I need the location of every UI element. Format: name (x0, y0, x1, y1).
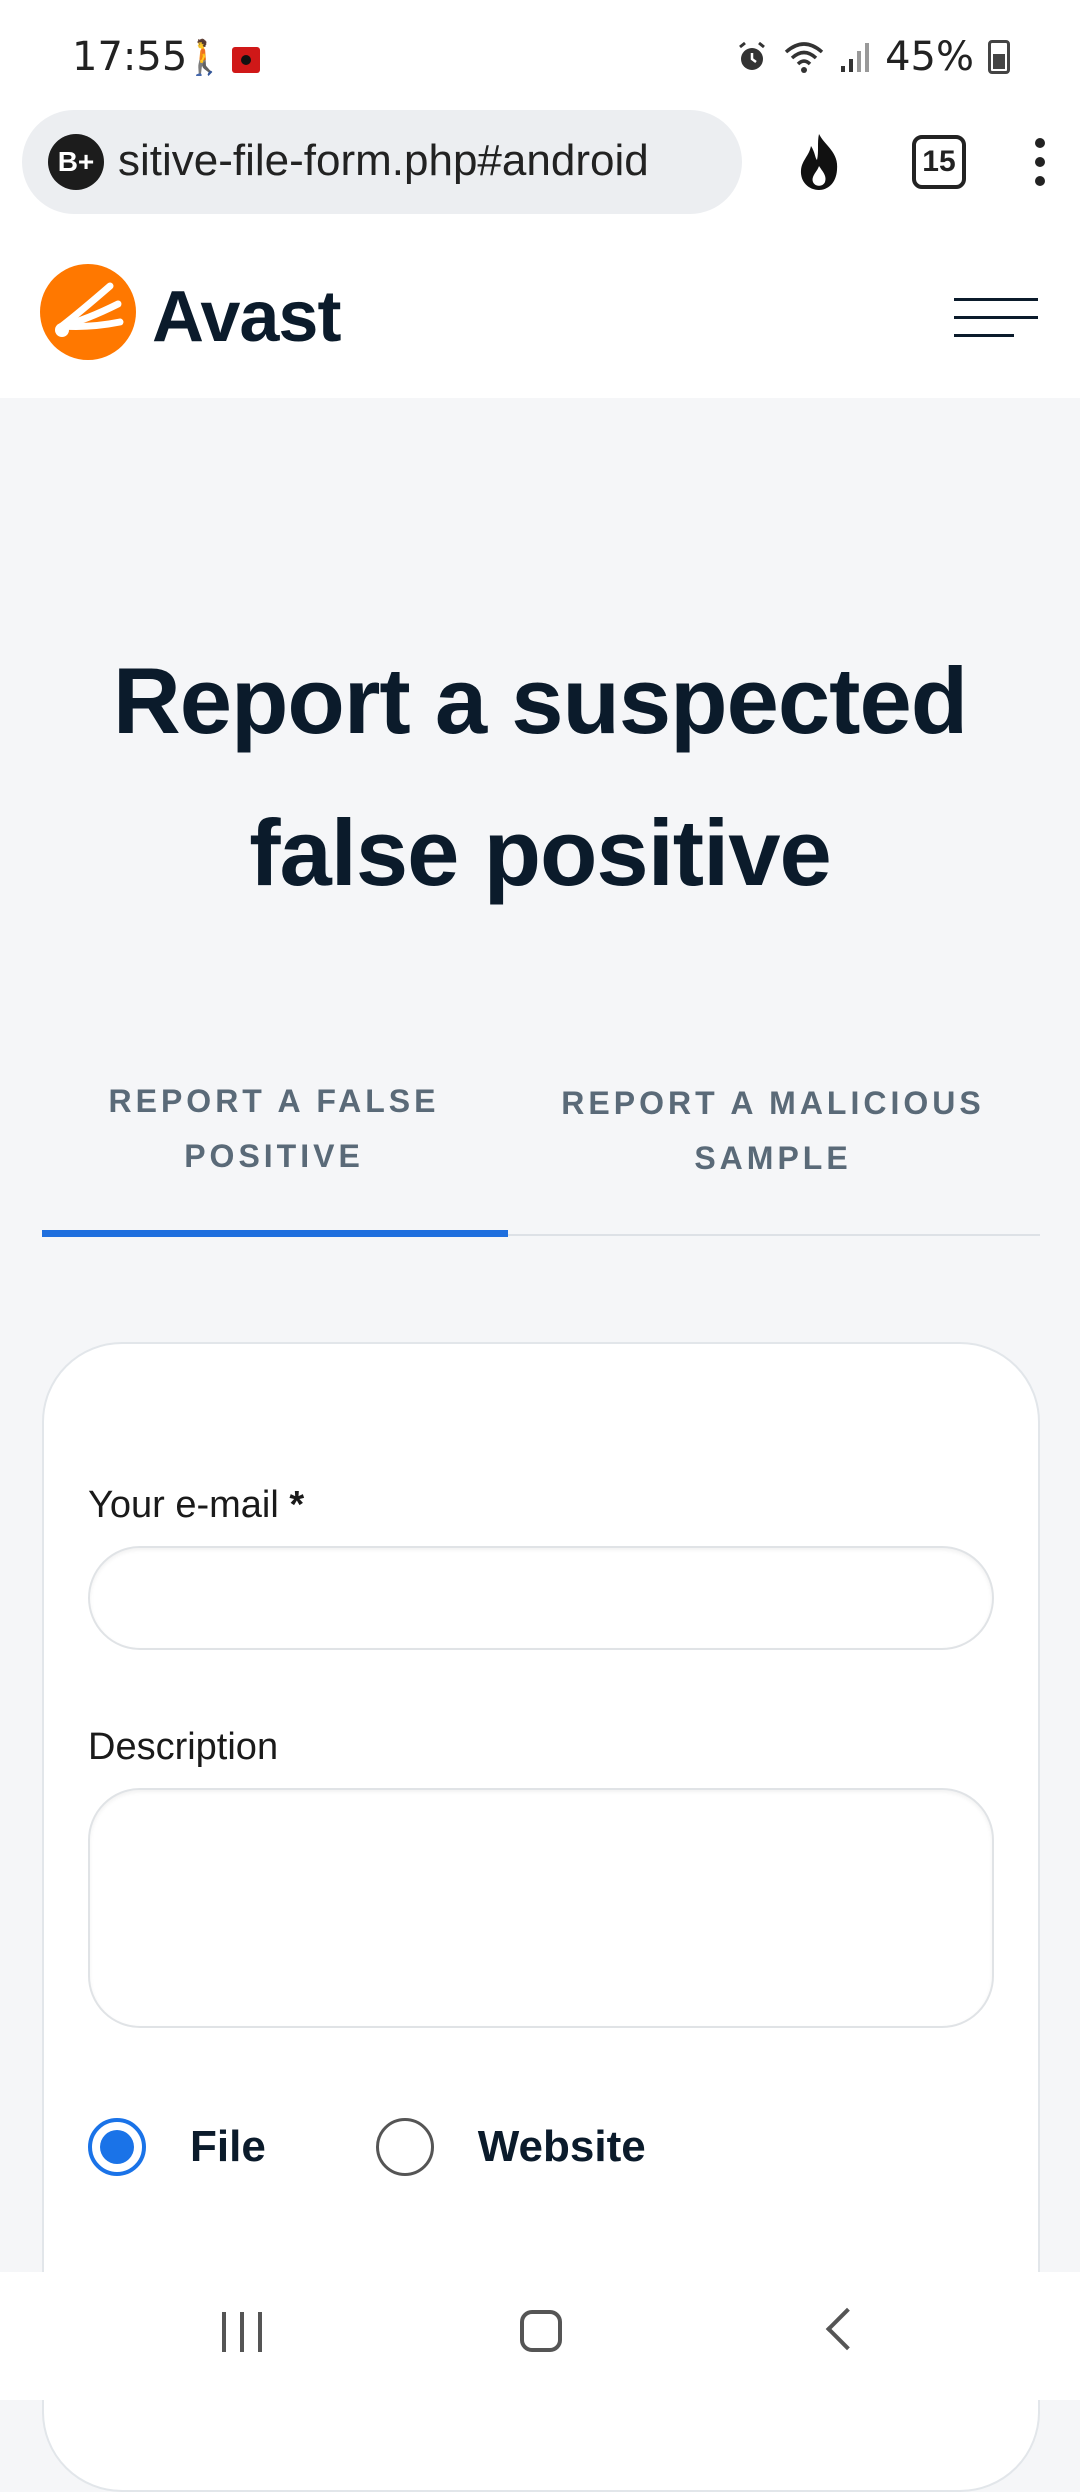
description-field[interactable] (88, 1788, 994, 2028)
submission-type-radio-group: File Website (88, 2118, 646, 2176)
brand-name[interactable]: Avast (152, 276, 341, 358)
browser-toolbar: B+ sitive-file-form.php#android 15 (0, 110, 1080, 238)
email-field[interactable] (88, 1546, 994, 1650)
active-tab-indicator (42, 1230, 508, 1237)
battery-percent: 45% (885, 34, 974, 80)
address-bar[interactable]: B+ sitive-file-form.php#android (22, 110, 742, 214)
required-marker: * (289, 1484, 305, 1526)
wifi-icon (784, 42, 824, 73)
file-radio-label[interactable]: File (190, 2122, 266, 2172)
menu-icon[interactable] (954, 288, 1038, 348)
email-label: Your e-mail * (88, 1484, 304, 1527)
flame-icon[interactable] (795, 132, 843, 192)
system-nav-bar (0, 2272, 1080, 2400)
recent-apps-icon[interactable] (222, 2312, 262, 2352)
status-bar: 17:55 🚶 45% (0, 0, 1080, 110)
status-indicators: 45% (735, 34, 1010, 80)
url-text[interactable]: sitive-file-form.php#android (118, 136, 649, 186)
website-radio[interactable] (375, 2118, 434, 2176)
email-label-text: Your e-mail (88, 1484, 279, 1526)
walking-person-icon: 🚶 (183, 39, 226, 77)
tab-report-false-positive[interactable]: REPORT A FALSE POSITIVE (42, 1074, 506, 1184)
back-icon[interactable] (825, 2307, 869, 2351)
description-label: Description (88, 1726, 279, 1768)
signal-icon (841, 43, 870, 72)
status-time: 17:55 (72, 34, 188, 80)
screen-record-icon (232, 47, 260, 73)
alarm-icon (739, 41, 766, 70)
more-icon[interactable] (1035, 138, 1046, 186)
website-radio-label[interactable]: Website (478, 2122, 646, 2172)
tab-count: 15 (922, 145, 956, 178)
security-badge-icon[interactable]: B+ (48, 134, 104, 190)
tabs-button[interactable]: 15 (911, 135, 966, 189)
browser-actions: 15 (760, 110, 1080, 214)
page-title: Report a suspected false positive (112, 648, 968, 905)
report-tabs: REPORT A FALSE POSITIVE REPORT A MALICIO… (42, 1060, 1040, 1237)
home-icon[interactable] (520, 2310, 562, 2352)
avast-logo-icon[interactable] (40, 264, 136, 360)
site-header: Avast (0, 236, 1080, 398)
battery-icon (988, 40, 1010, 74)
tab-report-malicious-sample[interactable]: REPORT A MALICIOUS SAMPLE (506, 1076, 1040, 1186)
file-radio[interactable] (88, 2118, 146, 2176)
